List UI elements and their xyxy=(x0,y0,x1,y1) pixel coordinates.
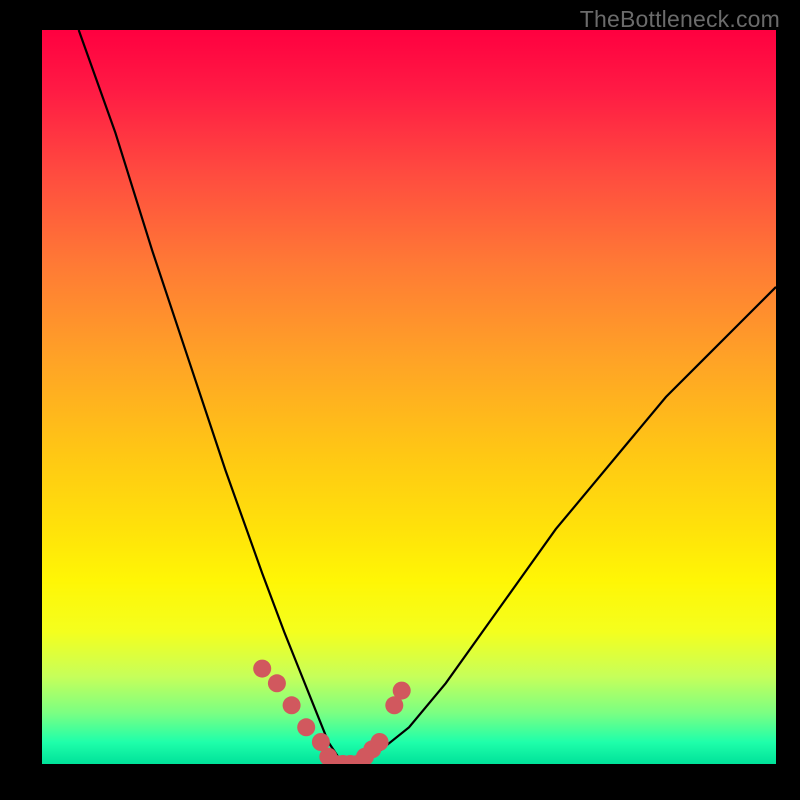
marker-dot xyxy=(393,682,411,700)
marker-dot xyxy=(363,740,381,758)
marker-dot xyxy=(334,755,352,764)
marker-dot xyxy=(341,755,359,764)
marker-dot xyxy=(356,748,374,764)
marker-dot xyxy=(253,660,271,678)
marker-dot xyxy=(371,733,389,751)
plot-area xyxy=(42,30,776,764)
marker-dot xyxy=(283,696,301,714)
watermark-text: TheBottleneck.com xyxy=(580,6,780,33)
marker-group xyxy=(253,660,411,764)
curve-svg xyxy=(42,30,776,764)
marker-dot xyxy=(327,755,345,764)
marker-dot xyxy=(385,696,403,714)
chart-frame: TheBottleneck.com xyxy=(0,0,800,800)
marker-dot xyxy=(312,733,330,751)
marker-dot xyxy=(297,718,315,736)
marker-dot xyxy=(349,755,367,764)
bottleneck-curve xyxy=(79,30,776,764)
marker-dot xyxy=(319,748,337,764)
marker-dot xyxy=(268,674,286,692)
